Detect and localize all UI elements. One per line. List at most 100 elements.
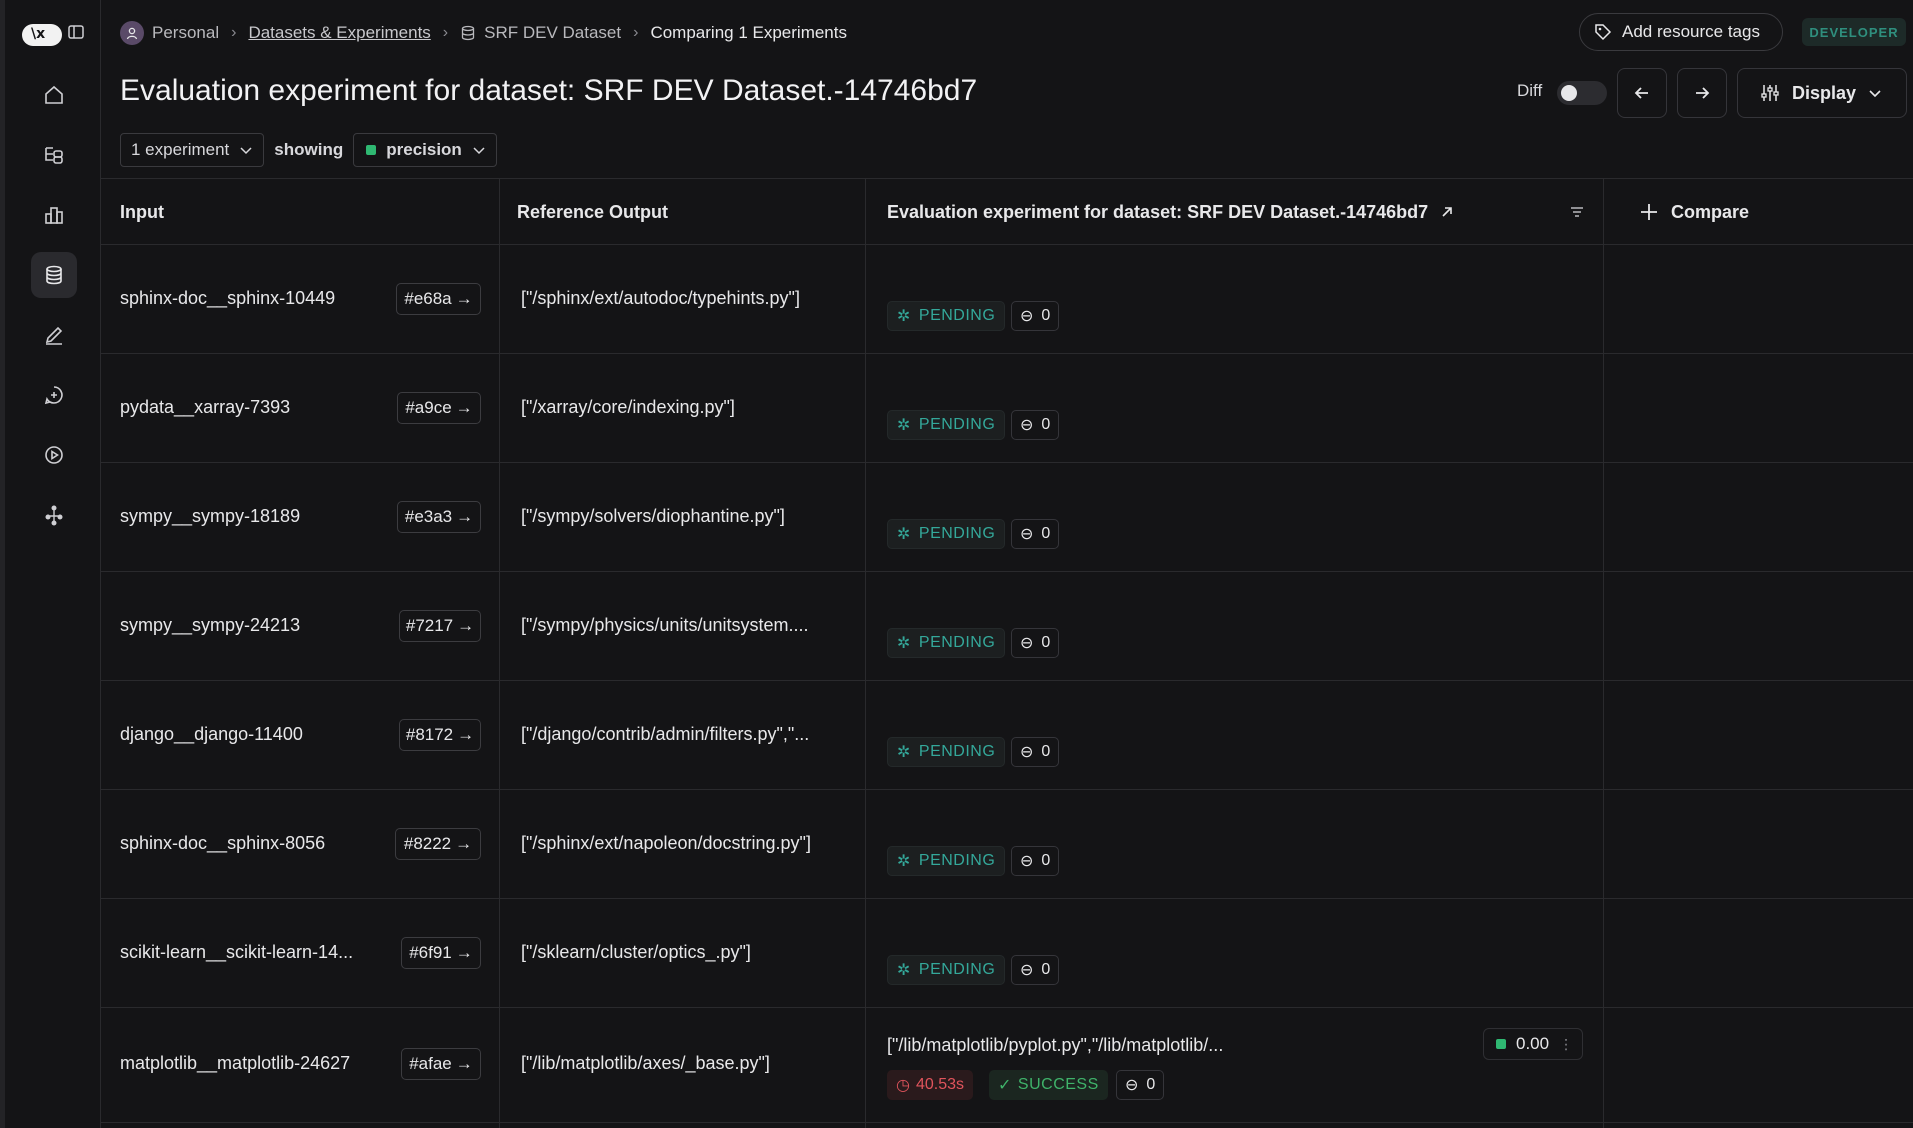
home-icon[interactable] <box>31 72 77 118</box>
metric-color-dot <box>1496 1039 1506 1049</box>
reference-output-cell: ["/lib/matplotlib/axes/_base.py"] <box>521 1053 770 1073</box>
add-resource-tags-button[interactable]: Add resource tags <box>1579 13 1783 51</box>
column-experiment[interactable]: Evaluation experiment for dataset: SRF D… <box>887 179 1454 245</box>
sidebar-collapse-icon[interactable] <box>68 24 84 45</box>
arrow-left-icon <box>1634 87 1648 99</box>
arrow-right-icon: → <box>457 616 475 635</box>
arrow-right-icon: → <box>457 725 475 744</box>
link-icon: ⊖ <box>1020 853 1034 870</box>
example-id-link[interactable]: #8222 → <box>395 828 481 860</box>
sliders-icon <box>1761 85 1779 101</box>
annotation-pen-icon[interactable] <box>31 312 77 358</box>
status-badge: ✲ PENDING <box>887 955 1006 985</box>
status-badge: ✲ PENDING <box>887 301 1006 331</box>
more-vertical-icon[interactable]: ⋮ <box>1559 1036 1573 1053</box>
status-badge: ✲ PENDING <box>887 628 1006 658</box>
latency-badge: ◷ 40.53s <box>887 1070 974 1100</box>
breadcrumb: Personal › Datasets & Experiments › SRF … <box>120 18 847 48</box>
spinner-icon: ✲ <box>897 417 911 434</box>
spinner-icon: ✲ <box>897 308 911 325</box>
score-chip[interactable]: 0.00 ⋮ <box>1483 1028 1583 1060</box>
chevron-right-icon: › <box>442 24 449 41</box>
reference-output-cell: ["/sklearn/cluster/optics_.py"] <box>521 942 751 962</box>
table-row[interactable]: sympy__sympy-24213 #7217 → ["/sympy/physi… <box>101 572 1913 681</box>
example-id-link[interactable]: #a9ce → <box>397 392 481 424</box>
deployments-icon[interactable] <box>31 492 77 538</box>
reference-output-cell: ["/sympy/solvers/diophantine.py"] <box>521 506 785 526</box>
app-logo[interactable]: \x <box>22 24 62 46</box>
experiment-count-select[interactable]: 1 experiment <box>120 133 265 167</box>
spinner-icon: ✲ <box>897 526 911 543</box>
link-icon: ⊖ <box>1020 526 1034 543</box>
diff-toggle[interactable] <box>1557 81 1607 105</box>
feedback-count[interactable]: ⊖ 0 <box>1011 410 1060 440</box>
feedback-count[interactable]: ⊖ 0 <box>1011 846 1060 876</box>
example-id-link[interactable]: #e68a → <box>396 283 481 315</box>
chevron-down-icon <box>473 147 485 155</box>
playground-icon[interactable] <box>31 432 77 478</box>
spinner-icon: ✲ <box>897 635 911 652</box>
feedback-count[interactable]: ⊖ 0 <box>1011 301 1060 331</box>
example-id-link[interactable]: #8172 → <box>399 719 481 751</box>
metric-select[interactable]: precision <box>353 133 497 167</box>
input-cell: sphinx-doc__sphinx-10449 <box>120 288 336 308</box>
breadcrumb-dataset[interactable]: SRF DEV Dataset <box>460 23 621 43</box>
feedback-count[interactable]: ⊖ 0 <box>1011 955 1060 985</box>
input-cell: sympy__sympy-24213 <box>120 615 301 635</box>
link-icon: ⊖ <box>1020 308 1034 325</box>
previous-button[interactable] <box>1617 68 1667 118</box>
status-badge: ✓ SUCCESS <box>989 1070 1108 1100</box>
link-icon: ⊖ <box>1125 1077 1139 1094</box>
chevron-right-icon: › <box>231 24 237 41</box>
reference-output-cell: ["/django/contrib/admin/filters.py","... <box>521 724 810 744</box>
input-cell: django__django-11400 <box>120 724 303 744</box>
monitoring-icon[interactable] <box>31 192 77 238</box>
table-row[interactable]: pydata__xarray-7393 #a9ce → ["/xarray/cor… <box>101 354 1913 463</box>
tracing-icon[interactable] <box>31 132 77 178</box>
tag-icon <box>1595 24 1612 41</box>
display-button[interactable]: Display <box>1737 68 1907 118</box>
filter-lines-icon[interactable] <box>1569 179 1585 245</box>
metric-color-dot <box>366 145 377 155</box>
input-cell: sympy__sympy-18189 <box>120 506 301 526</box>
feedback-count[interactable]: ⊖ 0 <box>1011 628 1060 658</box>
feedback-count[interactable]: ⊖ 0 <box>1011 737 1060 767</box>
datasets-icon[interactable] <box>31 252 77 298</box>
avatar <box>120 21 144 45</box>
next-button[interactable] <box>1677 68 1727 118</box>
status-badge: ✲ PENDING <box>887 737 1006 767</box>
breadcrumb-datasets[interactable]: Datasets & Experiments <box>248 23 430 43</box>
table-header: Input Reference Output Evaluation experi… <box>101 178 1913 245</box>
feedback-count[interactable]: ⊖ 0 <box>1011 519 1060 549</box>
arrow-right-icon: → <box>455 289 473 308</box>
column-input: Input <box>120 201 164 222</box>
status-badge: ✲ PENDING <box>887 846 1006 876</box>
status-badge: ✲ PENDING <box>887 519 1006 549</box>
reference-output-cell: ["/sphinx/ext/napoleon/docstring.py"] <box>521 833 811 853</box>
arrow-right-icon: → <box>455 1054 473 1073</box>
table-row[interactable]: sympy__sympy-18189 #e3a3 → ["/sympy/solve… <box>101 463 1913 572</box>
input-cell: matplotlib__matplotlib-24627 <box>120 1053 351 1073</box>
table-row[interactable]: sphinx-doc__sphinx-10449 #e68a → ["/sphin… <box>101 245 1913 354</box>
table-row[interactable]: sphinx-doc__sphinx-8056 #8222 → ["/sphinx… <box>101 790 1913 899</box>
experiment-output-cell: ["/lib/matplotlib/pyplot.py","/lib/matpl… <box>887 1035 1224 1055</box>
example-id-link[interactable]: #6f91 → <box>401 937 481 969</box>
table-row[interactable]: scikit-learn__scikit-learn-14... #6f91 → … <box>101 899 1913 1008</box>
link-icon: ⊖ <box>1020 744 1034 761</box>
example-id-link[interactable]: #afae → <box>401 1048 481 1080</box>
breadcrumb-personal[interactable]: Personal <box>120 21 219 45</box>
example-id-link[interactable]: #7217 → <box>399 610 481 642</box>
spinner-icon: ✲ <box>897 853 911 870</box>
chevron-down-icon <box>1869 90 1881 98</box>
table-row[interactable]: django__django-11400 #8172 → ["/django/co… <box>101 681 1913 790</box>
external-link-icon[interactable] <box>1440 205 1454 219</box>
table-row[interactable]: matplotlib__matplotlib-24627 #afae → ["/l… <box>101 1008 1913 1123</box>
feedback-count[interactable]: ⊖ 0 <box>1116 1070 1165 1100</box>
link-icon: ⊖ <box>1020 417 1034 434</box>
prompts-icon[interactable] <box>31 372 77 418</box>
chevron-down-icon <box>240 147 252 155</box>
compare-button[interactable]: Compare <box>1639 179 1749 245</box>
check-circle-icon: ✓ <box>998 1077 1012 1094</box>
input-cell: pydata__xarray-7393 <box>120 397 291 417</box>
example-id-link[interactable]: #e3a3 → <box>397 501 481 533</box>
